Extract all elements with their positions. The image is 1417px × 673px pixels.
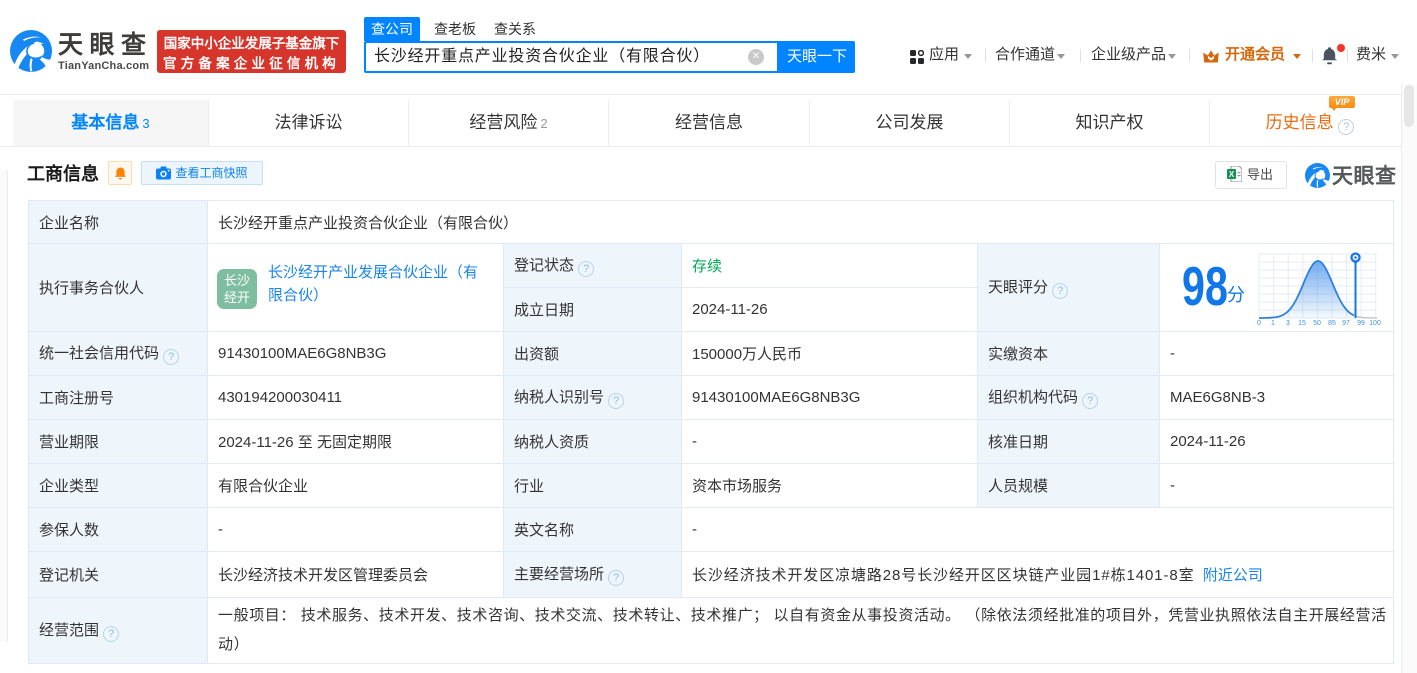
- svg-text:X: X: [1229, 170, 1235, 179]
